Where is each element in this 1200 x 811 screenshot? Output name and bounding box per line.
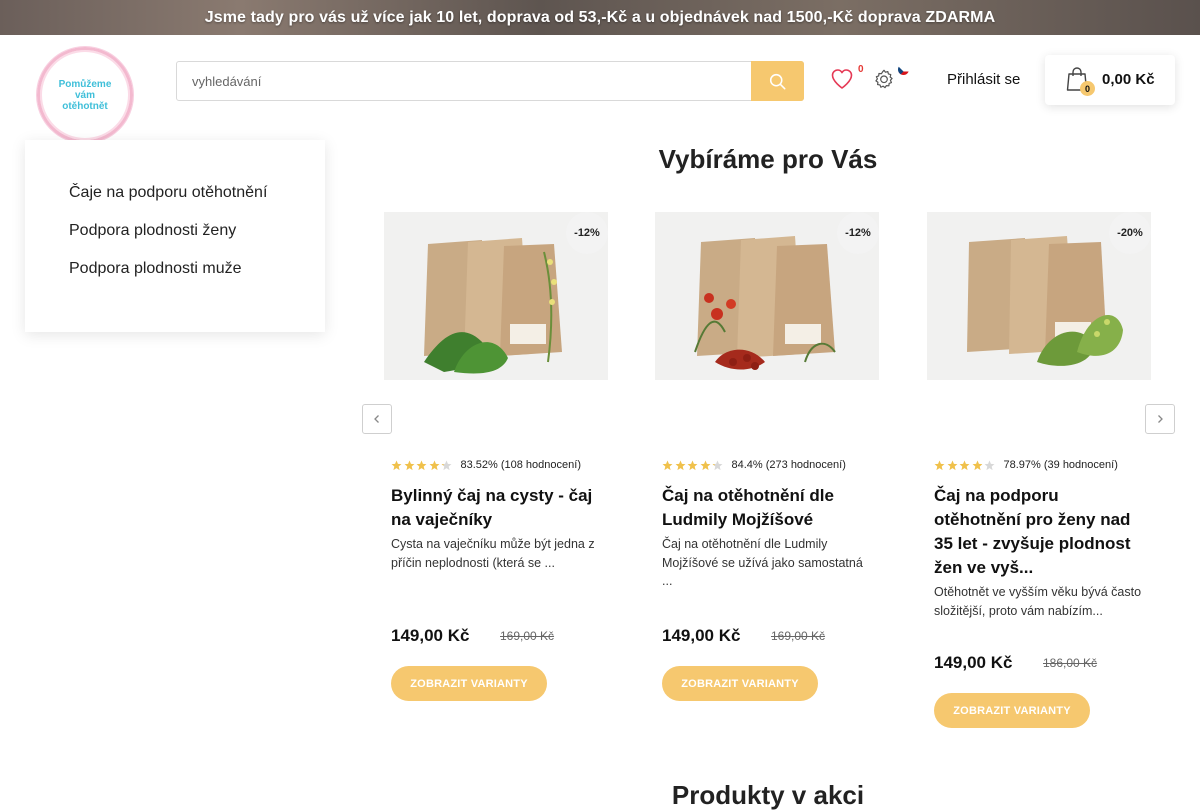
search-input[interactable]	[177, 62, 752, 100]
rating-stars	[391, 460, 454, 471]
login-link[interactable]: Přihlásit se	[947, 71, 1020, 88]
category-sidebar: Čaje na podporu otěhotnění Podpora plodn…	[25, 140, 325, 332]
section-title-sale: Produkty v akci	[671, 780, 865, 810]
star-icon	[675, 460, 685, 470]
product-old-price: 169,00 Kč	[500, 629, 555, 643]
sidebar-item-podpora-plodnosti-muze[interactable]: Podpora plodnosti muže	[69, 260, 242, 278]
star-icon	[441, 460, 452, 470]
product-price: 149,00 Kč	[391, 626, 470, 645]
show-variants-button[interactable]: ZOBRAZIT VARIANTY	[662, 666, 818, 701]
product-rating: 83.52% (108 hodnocení)	[391, 459, 581, 471]
cart-count-badge: 0	[1080, 81, 1095, 96]
product-title[interactable]: Bylinný čaj na cysty - čaj na vaječníky	[391, 484, 601, 532]
carousel-next-button[interactable]	[1145, 404, 1175, 434]
product-old-price: 169,00 Kč	[771, 629, 826, 643]
logo-text: Pomůžeme vám otěhotnět	[58, 78, 112, 112]
product-price: 149,00 Kč	[934, 653, 1013, 672]
discount-badge: -12%	[837, 212, 879, 254]
search-icon	[769, 73, 786, 89]
rating-text: 83.52% (108 hodnocení)	[460, 459, 581, 471]
star-icon	[934, 460, 945, 470]
star-icon	[984, 460, 995, 470]
star-icon	[404, 460, 414, 470]
sidebar-item-podpora-plodnosti-zeny[interactable]: Podpora plodnosti ženy	[69, 222, 236, 240]
star-icon	[712, 460, 723, 470]
show-variants-button[interactable]: ZOBRAZIT VARIANTY	[934, 693, 1090, 728]
search-button[interactable]	[751, 61, 804, 101]
star-icon	[391, 460, 402, 470]
star-icon	[687, 460, 698, 470]
chevron-right-icon	[1158, 415, 1163, 423]
product-old-price: 186,00 Kč	[1043, 656, 1098, 670]
star-icon	[429, 460, 439, 470]
star-icon	[972, 460, 982, 470]
product-price: 149,00 Kč	[662, 626, 741, 645]
product-description: Otěhotnět ve vyšším věku bývá často slož…	[934, 585, 1142, 618]
show-variants-button[interactable]: ZOBRAZIT VARIANTY	[391, 666, 547, 701]
cart-button[interactable]: 0 0,00 Kč	[1045, 55, 1175, 105]
rating-stars	[934, 460, 997, 471]
wishlist-count: 0	[858, 64, 864, 75]
section-title-featured: Vybíráme pro Vás	[658, 144, 878, 174]
star-icon	[700, 460, 710, 470]
gear-icon[interactable]	[873, 68, 895, 90]
product-title[interactable]: Čaj na otěhotnění dle Ludmily Mojžíšové	[662, 484, 872, 532]
discount-badge: -20%	[1109, 212, 1151, 254]
product-rating: 78.97% (39 hodnocení)	[934, 459, 1118, 471]
product-rating: 84.4% (273 hodnocení)	[662, 459, 846, 471]
carousel-prev-button[interactable]	[362, 404, 392, 434]
czech-flag-icon[interactable]	[898, 64, 909, 75]
cart-total: 0,00 Kč	[1102, 71, 1155, 88]
product-title[interactable]: Čaj na podporu otěhotnění pro ženy nad 3…	[934, 484, 1144, 580]
rating-stars	[662, 460, 725, 471]
star-icon	[416, 460, 427, 470]
rating-text: 78.97% (39 hodnocení)	[1003, 459, 1118, 471]
sidebar-item-caje-na-podporu-otehotneni[interactable]: Čaje na podporu otěhotnění	[69, 184, 267, 202]
star-icon	[959, 460, 970, 470]
chevron-left-icon	[374, 415, 379, 423]
logo[interactable]: Pomůžeme vám otěhotnět	[37, 47, 133, 143]
discount-badge: -12%	[566, 212, 608, 254]
search-bar	[176, 61, 804, 101]
star-icon	[662, 460, 673, 470]
rating-text: 84.4% (273 hodnocení)	[731, 459, 846, 471]
product-description: Čaj na otěhotnění dle Ludmily Mojžíšové …	[662, 537, 863, 588]
star-icon	[947, 460, 957, 470]
announcement-bar: Jsme tady pro vás už více jak 10 let, do…	[0, 0, 1200, 35]
announcement-text: Jsme tady pro vás už více jak 10 let, do…	[204, 8, 996, 26]
logo-link[interactable]: Pomůžeme vám otěhotnět	[25, 35, 145, 152]
heart-icon[interactable]	[830, 67, 854, 91]
product-description: Cysta na vaječníku může být jedna z příč…	[391, 537, 595, 570]
